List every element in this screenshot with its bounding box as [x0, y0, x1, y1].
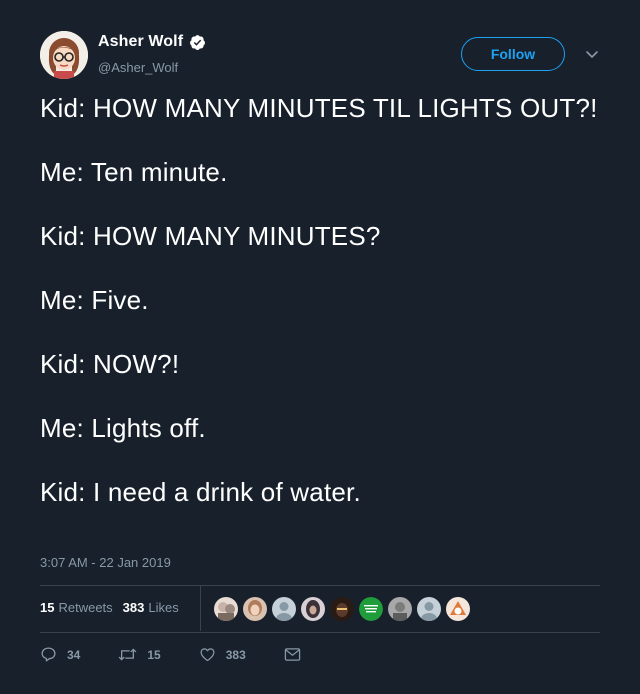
direct-message-button[interactable]: [284, 647, 301, 662]
liker-avatar-9[interactable]: [446, 597, 470, 621]
author-avatar[interactable]: [40, 31, 88, 79]
liker-avatar-4[interactable]: [301, 597, 325, 621]
divider-top: [40, 585, 600, 586]
likes-stat[interactable]: 383 Likes: [123, 600, 179, 615]
heart-icon: [200, 648, 215, 662]
chevron-down-icon[interactable]: [585, 50, 599, 60]
tweet-line: Kid: I need a drink of water.: [40, 477, 361, 507]
tweet-text: Kid: HOW MANY MINUTES TIL LIGHTS OUT?! M…: [40, 92, 600, 508]
stats-divider: [200, 586, 201, 631]
reply-button[interactable]: 34: [40, 646, 80, 663]
liker-avatars: [214, 597, 470, 621]
liker-avatar-5[interactable]: [330, 597, 354, 621]
author-name-row[interactable]: Asher Wolf: [98, 33, 206, 51]
green-badge-avatar[interactable]: [359, 597, 383, 621]
reply-icon: [41, 647, 56, 662]
like-count: 383: [225, 647, 246, 662]
tweet-line: Kid: HOW MANY MINUTES TIL LIGHTS OUT?!: [40, 93, 598, 123]
verified-badge-icon: [190, 34, 206, 50]
tweet-line: Me: Five.: [40, 285, 149, 315]
liker-avatar-1[interactable]: [214, 597, 238, 621]
retweet-icon: [118, 648, 137, 661]
cartoon-woman-with-glasses-avatar: [40, 31, 88, 79]
retweets-stat[interactable]: 15 Retweets: [40, 600, 113, 615]
tweet-line: Kid: NOW?!: [40, 349, 180, 379]
author-handle[interactable]: @Asher_Wolf: [98, 60, 178, 75]
follow-button[interactable]: Follow: [461, 37, 565, 71]
retweet-count: 15: [147, 647, 161, 662]
likes-label: Likes: [148, 600, 179, 615]
like-button[interactable]: 383: [199, 646, 246, 663]
likes-count: 383: [122, 600, 145, 615]
default-avatar-icon[interactable]: [272, 597, 296, 621]
tweet-timestamp[interactable]: 3:07 AM - 22 Jan 2019: [40, 555, 171, 570]
tweet-actions: 34 15 383: [40, 646, 339, 663]
tweet-card: Asher Wolf @Asher_Wolf Follow Kid: HOW M…: [0, 0, 640, 694]
retweet-button[interactable]: 15: [118, 646, 161, 663]
liker-avatar-2[interactable]: [243, 597, 267, 621]
tweet-stats: 15 Retweets 383 Likes: [40, 600, 179, 615]
tweet-line: Me: Ten minute.: [40, 157, 228, 187]
default-avatar-icon[interactable]: [417, 597, 441, 621]
retweets-label: Retweets: [58, 600, 113, 615]
divider-bottom: [40, 632, 600, 633]
tweet-line: Me: Lights off.: [40, 413, 206, 443]
envelope-icon: [284, 648, 300, 661]
retweets-count: 15: [40, 600, 55, 615]
liker-avatar-7[interactable]: [388, 597, 412, 621]
tweet-line: Kid: HOW MANY MINUTES?: [40, 221, 381, 251]
author-display-name[interactable]: Asher Wolf: [98, 33, 183, 51]
reply-count: 34: [67, 647, 81, 662]
